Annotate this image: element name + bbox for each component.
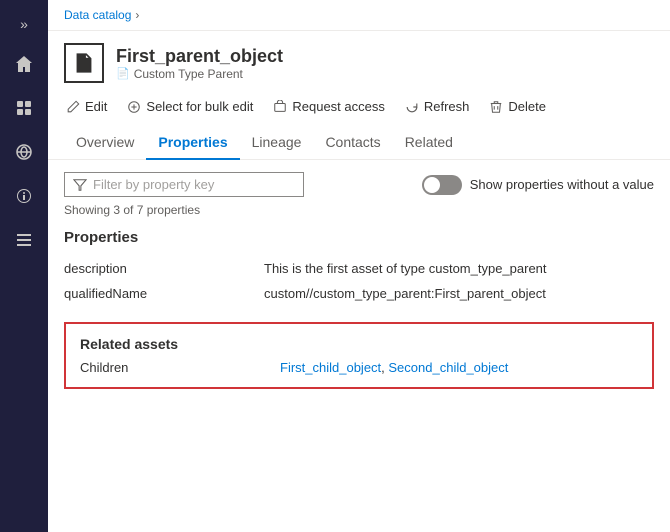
- tab-related[interactable]: Related: [393, 126, 465, 160]
- properties-section-title: Properties: [64, 229, 654, 246]
- bulk-edit-icon: [127, 100, 141, 114]
- filter-input-wrap[interactable]: [64, 172, 304, 197]
- related-assets-box: Related assets Children First_child_obje…: [64, 322, 654, 389]
- prop-key: description: [64, 256, 264, 281]
- prop-value: This is the first asset of type custom_t…: [264, 256, 654, 281]
- asset-header: First_parent_object 📄 Custom Type Parent: [48, 31, 670, 91]
- breadcrumb: Data catalog ›: [48, 0, 670, 31]
- edit-label: Edit: [85, 99, 107, 114]
- related-link-second-child[interactable]: Second_child_object: [388, 360, 508, 375]
- asset-title-area: First_parent_object 📄 Custom Type Parent: [116, 46, 283, 81]
- subtitle-icon: 📄: [116, 67, 130, 80]
- main-area: Data catalog › First_parent_object 📄 Cus…: [48, 0, 670, 532]
- tab-bar: Overview Properties Lineage Contacts Rel…: [48, 126, 670, 160]
- delete-label: Delete: [508, 99, 546, 114]
- refresh-icon: [405, 100, 419, 114]
- delete-button[interactable]: Delete: [487, 95, 548, 118]
- related-link-first-child[interactable]: First_child_object: [280, 360, 381, 375]
- asset-subtitle: 📄 Custom Type Parent: [116, 67, 283, 81]
- manage-icon: [14, 230, 34, 250]
- filter-bar: Show properties without a value: [64, 172, 654, 197]
- asset-type-label: Custom Type Parent: [134, 67, 243, 81]
- related-assets-row: Children First_child_object, Second_chil…: [80, 360, 638, 375]
- content-area: Show properties without a value Showing …: [48, 160, 670, 532]
- refresh-button[interactable]: Refresh: [403, 95, 472, 118]
- related-assets-title: Related assets: [80, 336, 638, 352]
- tab-contacts[interactable]: Contacts: [313, 126, 392, 160]
- insights-icon: [14, 186, 34, 206]
- showing-count: Showing 3 of 7 properties: [64, 203, 654, 217]
- prop-value: custom//custom_type_parent:First_parent_…: [264, 281, 654, 306]
- sidebar-expand-button[interactable]: »: [4, 8, 44, 40]
- filter-input[interactable]: [93, 177, 295, 192]
- related-label: Children: [80, 360, 280, 375]
- bulk-edit-button[interactable]: Select for bulk edit: [125, 95, 255, 118]
- related-links: First_child_object, Second_child_object: [280, 360, 508, 375]
- table-row: qualifiedName custom//custom_type_parent…: [64, 281, 654, 306]
- request-access-icon: [273, 100, 287, 114]
- edit-button[interactable]: Edit: [64, 95, 109, 118]
- sidebar-item-home[interactable]: [4, 44, 44, 84]
- document-icon: [73, 52, 95, 74]
- properties-table: description This is the first asset of t…: [64, 256, 654, 306]
- show-empty-toggle[interactable]: [422, 175, 462, 195]
- bulk-edit-label: Select for bulk edit: [146, 99, 253, 114]
- sidebar-item-catalog[interactable]: [4, 88, 44, 128]
- toolbar: Edit Select for bulk edit Request access…: [48, 91, 670, 126]
- tab-overview[interactable]: Overview: [64, 126, 146, 160]
- breadcrumb-chevron: ›: [135, 8, 139, 22]
- sidebar-item-glossary[interactable]: [4, 132, 44, 172]
- glossary-icon: [14, 142, 34, 162]
- refresh-label: Refresh: [424, 99, 470, 114]
- toggle-wrap: Show properties without a value: [422, 175, 654, 195]
- tab-lineage[interactable]: Lineage: [240, 126, 314, 160]
- sidebar-item-manage[interactable]: [4, 220, 44, 260]
- request-access-label: Request access: [292, 99, 385, 114]
- edit-icon: [66, 100, 80, 114]
- expand-icon: »: [20, 16, 28, 32]
- table-row: description This is the first asset of t…: [64, 256, 654, 281]
- asset-type-icon: [64, 43, 104, 83]
- home-icon: [14, 54, 34, 74]
- sidebar: »: [0, 0, 48, 532]
- toggle-label: Show properties without a value: [470, 177, 654, 192]
- sidebar-item-insights[interactable]: [4, 176, 44, 216]
- delete-icon: [489, 100, 503, 114]
- tab-properties[interactable]: Properties: [146, 126, 239, 160]
- request-access-button[interactable]: Request access: [271, 95, 387, 118]
- prop-key: qualifiedName: [64, 281, 264, 306]
- asset-title: First_parent_object: [116, 46, 283, 67]
- filter-icon: [73, 178, 87, 192]
- catalog-icon: [14, 98, 34, 118]
- breadcrumb-catalog[interactable]: Data catalog: [64, 8, 131, 22]
